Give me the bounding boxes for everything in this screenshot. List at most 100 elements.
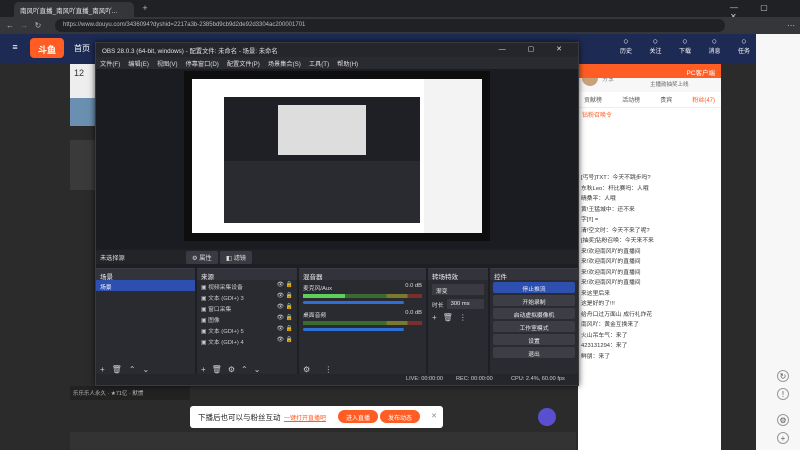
- info-icon[interactable]: !: [777, 388, 789, 400]
- header-icon-4[interactable]: ○ 任务: [738, 36, 750, 58]
- transitions-dock: 转场特效 渐变 时长 300 ms +🗑⋮: [428, 268, 488, 378]
- control-button-5[interactable]: 退出: [493, 347, 575, 358]
- visibility-lock-icon[interactable]: 👁 🔒: [277, 326, 293, 333]
- back-icon[interactable]: ←: [4, 19, 16, 31]
- source-toolbar[interactable]: +🗑⚙⌃⌄: [201, 365, 266, 374]
- source-item[interactable]: ▣ 文本 (GDI+) 3 👁 🔒: [197, 291, 297, 302]
- gift-note: 钻粉召唤令: [582, 113, 613, 119]
- assistant-bubble[interactable]: [538, 408, 556, 426]
- filters-label: 滤镜: [233, 255, 246, 262]
- obs-menu-item-0[interactable]: 文件(F): [100, 59, 120, 68]
- control-button-1[interactable]: 开始录制: [493, 295, 575, 306]
- visibility-lock-icon[interactable]: 👁 🔒: [277, 304, 293, 311]
- transition-select[interactable]: 渐变: [432, 284, 484, 295]
- mixer-track-db: 0.0 dB: [405, 310, 422, 316]
- mixer-track-name: 桌面音频: [303, 313, 327, 319]
- source-item[interactable]: ▣ 窗口采集 👁 🔒: [197, 302, 297, 313]
- controls-dock: 控件 停止推流 开始录制 启动虚拟摄像机 工作室模式 设置 退出: [490, 268, 578, 378]
- header-icon-2[interactable]: ○ 下载: [679, 36, 691, 58]
- visibility-lock-icon[interactable]: 👁 🔒: [277, 293, 293, 300]
- volume-meter: [303, 294, 422, 298]
- post-update-button[interactable]: 发布动态: [380, 410, 421, 423]
- chat-message: 晴桑平：人哦: [581, 196, 616, 202]
- banner-text: 下播后也可以与粉丝互动: [198, 413, 281, 422]
- nav-home[interactable]: 首页: [74, 43, 90, 54]
- rec-time: REC: 00:00:00: [456, 376, 493, 382]
- rank-tab-2[interactable]: 贵宾: [660, 95, 672, 104]
- transitions-title: 转场特效: [428, 269, 488, 281]
- chat-message: 清!空文时：今天不来了呢?: [581, 227, 650, 234]
- header-icon-1[interactable]: ○ 关注: [649, 36, 661, 58]
- tab-title: 南风吖直播_南风吖直播_南风吖...: [20, 8, 118, 15]
- hamburger-icon[interactable]: ≡: [10, 42, 20, 52]
- enter-live-button[interactable]: 进入直播: [338, 410, 379, 423]
- header-icons: ○ 历史 ○ 关注 ○ 下载 ○ 消息 ○ 任务: [620, 36, 750, 58]
- transition-toolbar[interactable]: +🗑⋮: [428, 309, 488, 326]
- visibility-lock-icon[interactable]: 👁 🔒: [277, 282, 293, 289]
- site-logo[interactable]: 斗鱼: [30, 38, 64, 58]
- source-item[interactable]: ▣ 视频采集设备 👁 🔒: [197, 280, 297, 291]
- scenes-title: 场景: [96, 269, 195, 281]
- forward-icon[interactable]: →: [18, 19, 30, 31]
- mixer-toolbar[interactable]: ⚙ ⋮: [303, 365, 338, 374]
- url-input[interactable]: https://www.douyu.com/3436094?dyshid=221…: [55, 19, 725, 32]
- rank-tab-1[interactable]: 活动榜: [622, 95, 640, 104]
- duration-input[interactable]: 300 ms: [446, 299, 484, 309]
- header-icon-label: 关注: [649, 49, 662, 55]
- rank-tab-0[interactable]: 贡献榜: [584, 95, 602, 104]
- obs-menu-item-4[interactable]: 配置文件(P): [227, 59, 260, 68]
- volume-slider[interactable]: [303, 301, 405, 304]
- chat-message: 来!欢迎南风吖的直播间: [581, 269, 641, 276]
- new-tab-icon[interactable]: +: [140, 3, 150, 13]
- gift-bar: 乐乐乐人永久 · ★71亿 · 默惯: [70, 386, 190, 400]
- obs-menu-item-1[interactable]: 编辑(E): [128, 59, 149, 68]
- obs-menu-item-5[interactable]: 场景集合(S): [268, 59, 301, 68]
- nested-preview: [278, 105, 366, 155]
- visibility-lock-icon[interactable]: 👁 🔒: [277, 337, 293, 344]
- filters-button[interactable]: ◧ 滤镜: [220, 251, 252, 264]
- control-button-4[interactable]: 设置: [493, 334, 575, 345]
- source-name: ▣ 图像: [201, 318, 220, 324]
- mixer-dock: 混音器 麦克风/Aux 0.0 dB 桌面音频 0.0 dB ⚙ ⋮: [299, 268, 426, 378]
- control-button-2[interactable]: 启动虚拟摄像机: [493, 308, 575, 319]
- source-item[interactable]: ▣ 文本 (GDI+) 5 👁 🔒: [197, 324, 297, 335]
- mixer-track-header: 麦克风/Aux 0.0 dB: [303, 283, 422, 292]
- refresh-icon[interactable]: ↻: [777, 370, 789, 382]
- obs-menu-item-2[interactable]: 视图(V): [157, 59, 178, 68]
- obs-title: OBS 28.0.3 (64-bit, windows) - 配置文件: 未命名…: [102, 48, 278, 55]
- preview-canvas[interactable]: [184, 71, 490, 241]
- chat-message: 来!欢迎南风吖的直播间: [581, 259, 641, 265]
- obs-menu-item-3[interactable]: 停靠窗口(D): [186, 59, 219, 68]
- control-button-0[interactable]: 停止推流: [493, 282, 575, 293]
- source-item[interactable]: ▣ 文本 (GDI+) 4 👁 🔒: [197, 335, 297, 346]
- volume-slider[interactable]: [303, 328, 405, 331]
- header-glyph-icon: ○: [711, 36, 718, 46]
- scene-item[interactable]: 场景: [96, 280, 195, 291]
- banner-link[interactable]: 一键打开直播吧: [284, 413, 326, 422]
- header-icon-3[interactable]: ○ 消息: [708, 36, 720, 58]
- scene-toolbar[interactable]: +🗑⌃⌄: [100, 365, 156, 374]
- obs-menu-item-7[interactable]: 帮助(H): [337, 59, 358, 68]
- settings-icon[interactable]: ⚙: [777, 414, 789, 426]
- obs-menu-item-6[interactable]: 工具(T): [309, 59, 329, 68]
- mixer-track-name: 麦克风/Aux: [303, 286, 332, 292]
- mixer-track: 桌面音频 0.0 dB: [299, 307, 426, 334]
- chat-list: [丐号]TXT：今天不跳步吗? 东秋Leo：杆比赛吗：人哦 晴桑平：人哦 黄!王猛城中…: [578, 171, 721, 360]
- rank-tab-3[interactable]: 粉丝(47): [692, 95, 715, 104]
- pc-client-tab[interactable]: PC客户端: [578, 64, 721, 78]
- add-icon[interactable]: +: [777, 432, 789, 444]
- control-button-3[interactable]: 工作室模式: [493, 321, 575, 332]
- source-item[interactable]: ▣ 图像 👁 🔒: [197, 313, 297, 324]
- visibility-lock-icon[interactable]: 👁 🔒: [277, 315, 293, 322]
- chat-message: 东秋Leo：杆比赛吗：人哦: [581, 185, 649, 192]
- close-icon[interactable]: ✕: [431, 412, 437, 420]
- menu-icon[interactable]: ⋯: [785, 19, 797, 31]
- obs-menubar: 文件(F) 编辑(E) 视图(V) 停靠窗口(D) 配置文件(P) 场景集合(S) 工具(T…: [96, 57, 578, 69]
- reload-icon[interactable]: ↻: [32, 19, 44, 31]
- preview-screen: [192, 79, 482, 233]
- obs-window-controls[interactable]: — ▢ ✕: [499, 45, 572, 53]
- properties-button[interactable]: ⚙ 属性: [186, 251, 218, 264]
- header-icon-label: 历史: [620, 49, 633, 55]
- header-icon-0[interactable]: ○ 历史: [620, 36, 632, 58]
- browser-tab[interactable]: 南风吖直播_南风吖直播_南风吖...: [14, 2, 134, 17]
